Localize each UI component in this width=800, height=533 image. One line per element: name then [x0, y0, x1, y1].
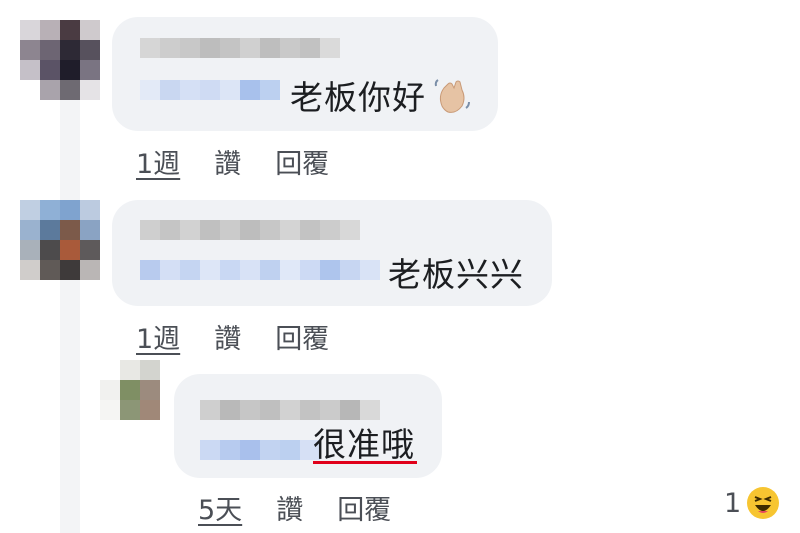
commenter-name[interactable] — [140, 38, 340, 58]
like-button[interactable]: 讚 — [214, 317, 241, 356]
reply-button[interactable]: 回覆 — [275, 142, 329, 181]
reaction-count: 1 — [724, 487, 742, 519]
comment-timestamp[interactable]: 1週 — [136, 317, 180, 356]
mention-tag[interactable] — [140, 80, 280, 100]
comment-text: 很准哦 — [313, 425, 415, 464]
reply-button[interactable]: 回覆 — [275, 317, 329, 356]
waving-hand-icon — [434, 79, 470, 113]
spellcheck-underline — [313, 461, 417, 464]
mention-tag[interactable] — [140, 260, 380, 280]
commenter-name[interactable] — [200, 400, 380, 420]
comment-text: 老板你好 — [290, 78, 426, 117]
reply-button[interactable]: 回覆 — [337, 488, 391, 527]
avatar[interactable] — [20, 200, 100, 280]
commenter-name[interactable] — [140, 220, 360, 240]
comment-timestamp[interactable]: 1週 — [136, 142, 180, 181]
like-button[interactable]: 讚 — [214, 142, 241, 181]
comment-actions: 1週讚回覆 — [136, 142, 363, 181]
comment-timestamp[interactable]: 5天 — [198, 488, 242, 527]
avatar[interactable] — [20, 20, 100, 100]
comment-actions: 1週讚回覆 — [136, 317, 363, 356]
comment-text: 老板兴兴 — [388, 255, 524, 294]
like-button[interactable]: 讚 — [276, 488, 303, 527]
mention-tag[interactable] — [200, 440, 320, 460]
comment-actions: 5天讚回覆 — [198, 488, 425, 527]
avatar[interactable] — [100, 360, 160, 420]
laughing-face-icon — [747, 487, 780, 519]
reaction-summary[interactable]: 1 — [724, 487, 780, 519]
reply-thread-line — [60, 100, 80, 533]
